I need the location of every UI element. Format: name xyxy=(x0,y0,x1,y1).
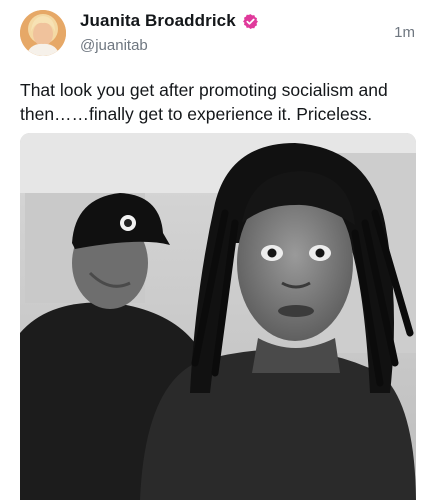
verified-badge-icon xyxy=(242,13,259,30)
post-card[interactable]: Juanita Broaddrick @juanitab 1m That loo… xyxy=(0,0,433,500)
photo-image xyxy=(20,133,416,500)
author-name-row: Juanita Broaddrick xyxy=(80,11,259,31)
author-avatar[interactable] xyxy=(20,10,66,56)
post-photo[interactable] xyxy=(20,133,416,500)
author-display-name[interactable]: Juanita Broaddrick xyxy=(80,11,236,31)
post-timestamp[interactable]: 1m xyxy=(394,24,415,41)
avatar-image xyxy=(20,10,66,56)
author-handle[interactable]: @juanitab xyxy=(80,37,148,54)
post-text: That look you get after promoting social… xyxy=(20,80,388,124)
